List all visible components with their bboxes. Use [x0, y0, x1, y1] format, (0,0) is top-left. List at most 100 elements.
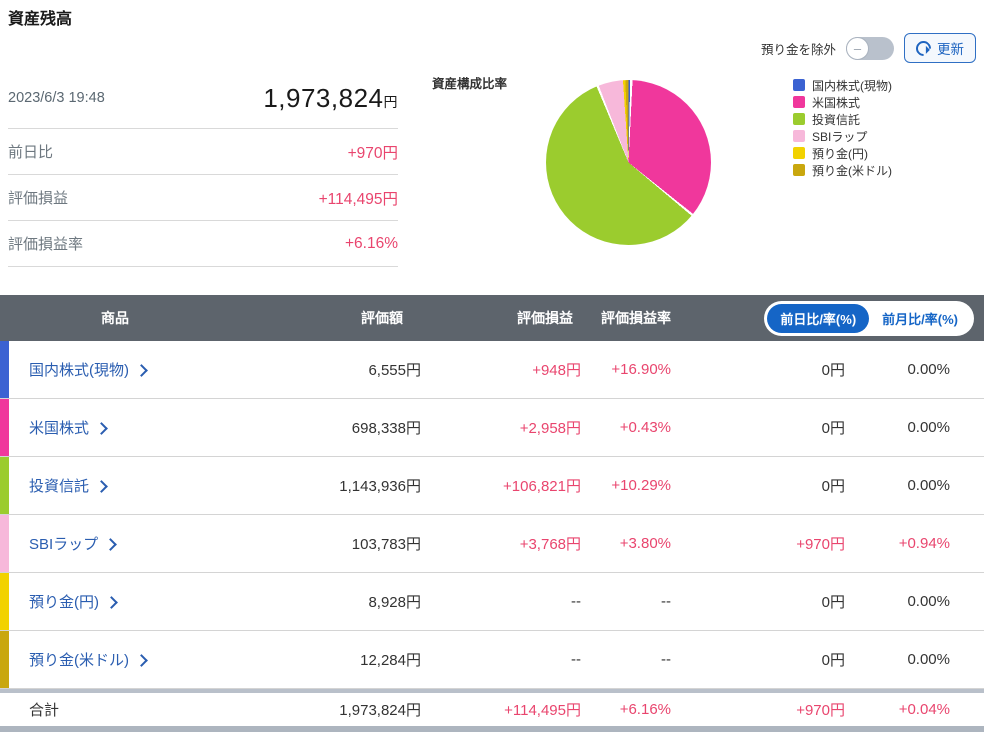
asset-table: 商品 評価額 評価損益 評価損益率 前日比/率(%) 前月比/率(%) 国内株式… [0, 295, 984, 732]
tab-month-change[interactable]: 前月比/率(%) [869, 303, 971, 333]
value-cell: 8,928円 [368, 594, 421, 611]
col-header-pl-rate: 評価損益率 [601, 310, 671, 326]
row-color-bar [0, 515, 9, 572]
table-row: 投資信託 1,143,936円 +106,821円 +10.29% 0円 0.0… [0, 457, 984, 515]
row-color-bar [0, 573, 9, 630]
summary-value: +114,495円 [318, 190, 398, 208]
pl-rate-cell: +16.90% [611, 361, 671, 378]
summary-row-pl: 評価損益 +114,495円 [8, 175, 398, 221]
top-controls: 預り金を除外 – 更新 [760, 33, 976, 63]
product-name: 米国株式 [29, 420, 90, 437]
legend-swatch-icon [793, 130, 805, 142]
product-name: 預り金(米ドル) [29, 652, 129, 669]
chevron-right-icon [95, 421, 108, 435]
day-cell: 0円 [821, 362, 845, 379]
table-row: 預り金(米ドル) 12,284円 -- -- 0円 0.00% [0, 631, 984, 689]
table-body: 国内株式(現物) 6,555円 +948円 +16.90% 0円 0.00% 米… [0, 341, 984, 689]
value-cell: 12,284円 [360, 652, 421, 669]
day-cell: 0円 [821, 478, 845, 495]
table-row: 国内株式(現物) 6,555円 +948円 +16.90% 0円 0.00% [0, 341, 984, 399]
day-rate-cell: +0.94% [898, 535, 950, 552]
product-name: 投資信託 [29, 478, 90, 495]
total-assets-value: 1,973,824円 [263, 82, 398, 113]
chevron-right-icon [95, 479, 108, 493]
day-rate-cell: 0.00% [907, 361, 950, 378]
day-rate-cell: 0.00% [907, 651, 950, 668]
table-row: 米国株式 698,338円 +2,958円 +0.43% 0円 0.00% [0, 399, 984, 457]
total-day-cell: +970円 [796, 702, 845, 719]
summary-label: 評価損益率 [8, 236, 84, 253]
total-pl-rate-cell: +6.16% [619, 701, 671, 718]
legend-item: 国内株式(現物) [793, 78, 892, 93]
row-color-bar [0, 341, 9, 398]
pl-rate-cell: +0.43% [619, 419, 671, 436]
legend-label: SBIラップ [812, 129, 868, 144]
product-link[interactable]: 米国株式 [9, 417, 221, 438]
day-cell: 0円 [821, 420, 845, 437]
day-rate-cell: 0.00% [907, 419, 950, 436]
chevron-right-icon [105, 595, 118, 609]
product-link[interactable]: 預り金(円) [9, 591, 221, 612]
product-name: 国内株式(現物) [29, 362, 129, 379]
total-day-rate-cell: +0.04% [898, 701, 950, 718]
product-name: SBIラップ [29, 536, 99, 553]
row-color-bar [0, 631, 9, 688]
legend-swatch-icon [793, 164, 805, 176]
value-cell: 103,783円 [351, 536, 421, 553]
legend-label: 預り金(円) [812, 146, 868, 161]
pl-cell: -- [571, 593, 581, 610]
pl-cell: +948円 [532, 362, 581, 379]
day-rate-cell: 0.00% [907, 477, 950, 494]
legend-item: 投資信託 [793, 112, 892, 127]
row-color-bar [0, 399, 9, 456]
refresh-icon [912, 37, 935, 59]
legend-item: 預り金(米ドル) [793, 164, 892, 178]
product-link[interactable]: 預り金(米ドル) [9, 649, 221, 670]
summary-row-pl-rate: 評価損益率 +6.16% [8, 221, 398, 267]
table-header-row: 商品 評価額 評価損益 評価損益率 前日比/率(%) 前月比/率(%) [0, 295, 984, 341]
summary-label: 前日比 [8, 144, 54, 161]
asset-allocation-pie-chart [546, 80, 711, 245]
exclude-deposits-toggle[interactable]: – [846, 36, 894, 60]
product-name: 預り金(円) [29, 594, 99, 611]
col-header-product: 商品 [101, 310, 129, 326]
product-link[interactable]: SBIラップ [9, 533, 221, 554]
chevron-right-icon [135, 363, 148, 377]
as-of-datetime: 2023/6/3 19:48 [8, 90, 105, 106]
chevron-right-icon [104, 537, 118, 551]
summary-value: +6.16% [344, 234, 398, 252]
summary-value: +970円 [347, 144, 398, 162]
summary-total-row: 2023/6/3 19:48 1,973,824円 [8, 68, 398, 129]
total-label: 合計 [29, 702, 60, 719]
legend-swatch-icon [793, 79, 805, 91]
day-cell: +970円 [796, 536, 845, 553]
tab-day-change[interactable]: 前日比/率(%) [767, 303, 870, 333]
table-row: 預り金(円) 8,928円 -- -- 0円 0.00% [0, 573, 984, 631]
pl-rate-cell: +10.29% [611, 477, 671, 494]
refresh-button-label: 更新 [937, 42, 964, 57]
product-link[interactable]: 国内株式(現物) [9, 359, 221, 380]
product-link[interactable]: 投資信託 [9, 475, 221, 496]
legend-label: 国内株式(現物) [812, 78, 892, 93]
chevron-right-icon [135, 653, 148, 667]
summary-row-day-change: 前日比 +970円 [8, 129, 398, 175]
bottom-bar [0, 726, 984, 732]
legend-swatch-icon [793, 96, 805, 108]
legend-label: 米国株式 [812, 95, 861, 110]
col-header-value: 評価額 [361, 310, 403, 326]
legend-item: 米国株式 [793, 95, 892, 110]
toggle-knob-icon: – [846, 36, 869, 60]
summary-label: 評価損益 [8, 190, 69, 207]
pl-rate-cell: +3.80% [619, 535, 671, 552]
day-rate-cell: 0.00% [907, 593, 950, 610]
pl-cell: +106,821円 [503, 478, 581, 495]
table-row: SBIラップ 103,783円 +3,768円 +3.80% +970円 +0.… [0, 515, 984, 573]
exclude-deposits-label: 預り金を除外 [760, 42, 836, 57]
legend-item: 預り金(円) [793, 146, 892, 161]
legend-label: 投資信託 [812, 112, 861, 127]
pl-cell: +3,768円 [519, 536, 581, 553]
refresh-button[interactable]: 更新 [904, 33, 976, 63]
pl-rate-cell: -- [661, 593, 671, 610]
legend-swatch-icon [793, 113, 805, 125]
table-total-row: 合計 1,973,824円 +114,495円 +6.16% +970円 +0.… [0, 693, 984, 726]
